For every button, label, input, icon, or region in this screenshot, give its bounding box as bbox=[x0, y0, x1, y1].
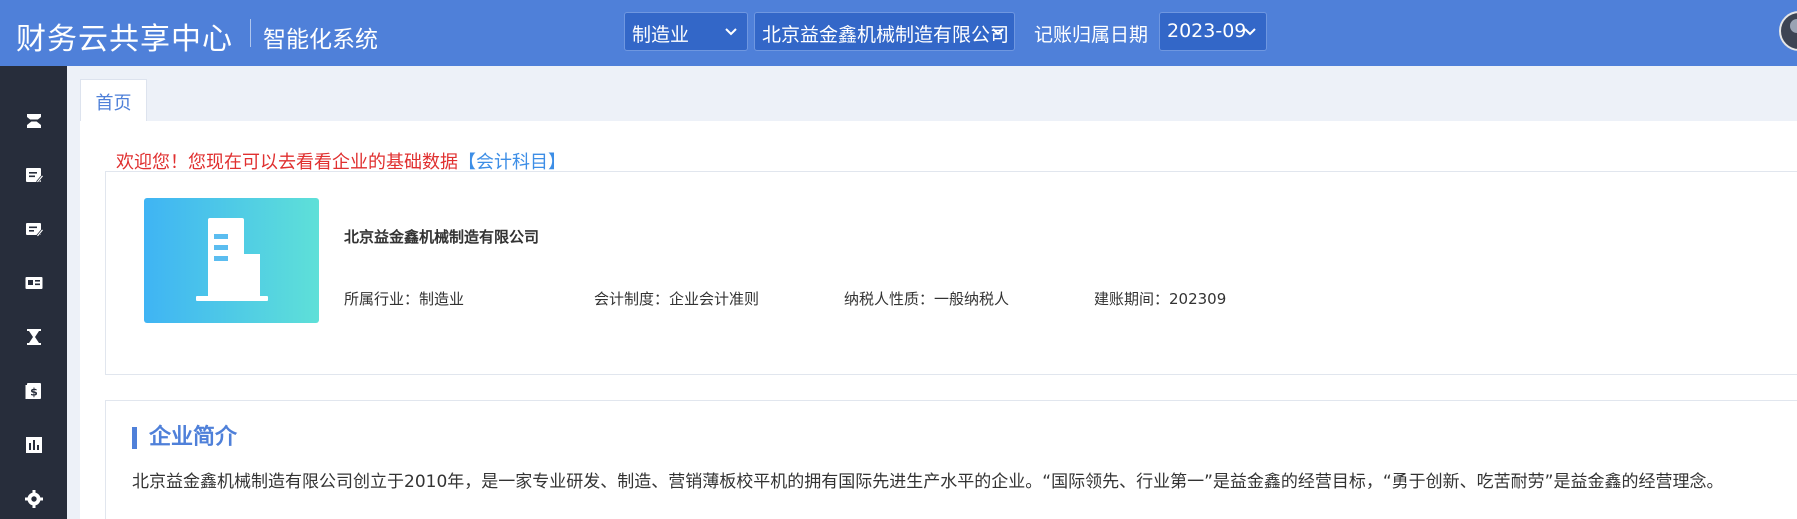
bar-chart-icon bbox=[25, 437, 42, 453]
hourglass-list-icon bbox=[26, 114, 41, 128]
sidebar-item-3[interactable] bbox=[0, 202, 67, 256]
industry-select-value: 制造业 bbox=[632, 24, 690, 46]
money-book-icon: $ bbox=[25, 383, 41, 399]
hourglass-icon bbox=[26, 329, 41, 345]
edit-card-icon bbox=[25, 223, 44, 238]
period-select[interactable]: 2023-09 bbox=[1159, 12, 1267, 51]
top-header: 财务云共享中心 智能化系统 制造业 北京益金鑫机械制造有限公司 记账归属日期 2… bbox=[0, 0, 1797, 66]
header-divider bbox=[250, 19, 251, 47]
sidebar: $ bbox=[0, 66, 67, 519]
welcome-text: 欢迎您！您现在可以去看看企业的基础数据 bbox=[116, 152, 458, 173]
company-card: 北京益金鑫机械制造有限公司 所属行业：制造业 会计制度：企业会计准则 纳税人性质… bbox=[105, 171, 1797, 375]
gear-icon bbox=[24, 490, 43, 508]
system-subtitle: 智能化系统 bbox=[263, 27, 378, 53]
setup-period-info: 建账期间：202309 bbox=[1094, 290, 1227, 308]
id-card-icon bbox=[25, 277, 42, 289]
company-name: 北京益金鑫机械制造有限公司 bbox=[344, 228, 540, 246]
avatar[interactable] bbox=[1779, 11, 1797, 51]
sidebar-item-5[interactable] bbox=[0, 310, 67, 364]
sidebar-item-2[interactable] bbox=[0, 148, 67, 202]
intro-title: 企业简介 bbox=[132, 427, 237, 449]
industry-info: 所属行业：制造业 bbox=[344, 290, 465, 308]
taxpayer-type-info: 纳税人性质：一般纳税人 bbox=[844, 290, 1010, 308]
sidebar-item-1[interactable] bbox=[0, 94, 67, 148]
svg-text:$: $ bbox=[30, 386, 38, 399]
sidebar-item-8[interactable] bbox=[0, 472, 67, 519]
accounting-subjects-link[interactable]: 【会计科目】 bbox=[458, 152, 566, 173]
tab-home[interactable]: 首页 bbox=[80, 79, 147, 121]
industry-select[interactable]: 制造业 bbox=[624, 12, 748, 51]
sidebar-item-4[interactable] bbox=[0, 256, 67, 310]
company-select[interactable]: 北京益金鑫机械制造有限公司 bbox=[754, 12, 1015, 51]
period-label: 记账归属日期 bbox=[1034, 24, 1149, 46]
chevron-down-icon bbox=[1244, 28, 1256, 36]
chevron-down-icon bbox=[725, 28, 737, 36]
edit-doc-icon bbox=[25, 168, 44, 184]
period-select-value: 2023-09 bbox=[1167, 20, 1247, 42]
company-select-value: 北京益金鑫机械制造有限公司 bbox=[762, 24, 1010, 46]
accounting-system-info: 会计制度：企业会计准则 bbox=[594, 290, 760, 308]
brand-title: 财务云共享中心 bbox=[16, 22, 233, 57]
intro-card: 企业简介 北京益金鑫机械制造有限公司创立于2010年，是一家专业研发、制造、营销… bbox=[105, 400, 1797, 519]
chevron-down-icon bbox=[992, 28, 1004, 36]
sidebar-item-6[interactable]: $ bbox=[0, 364, 67, 418]
intro-text: 北京益金鑫机械制造有限公司创立于2010年，是一家专业研发、制造、营销薄板校平机… bbox=[132, 472, 1724, 492]
company-logo bbox=[144, 198, 319, 323]
sidebar-item-7[interactable] bbox=[0, 418, 67, 472]
building-icon bbox=[196, 218, 268, 301]
